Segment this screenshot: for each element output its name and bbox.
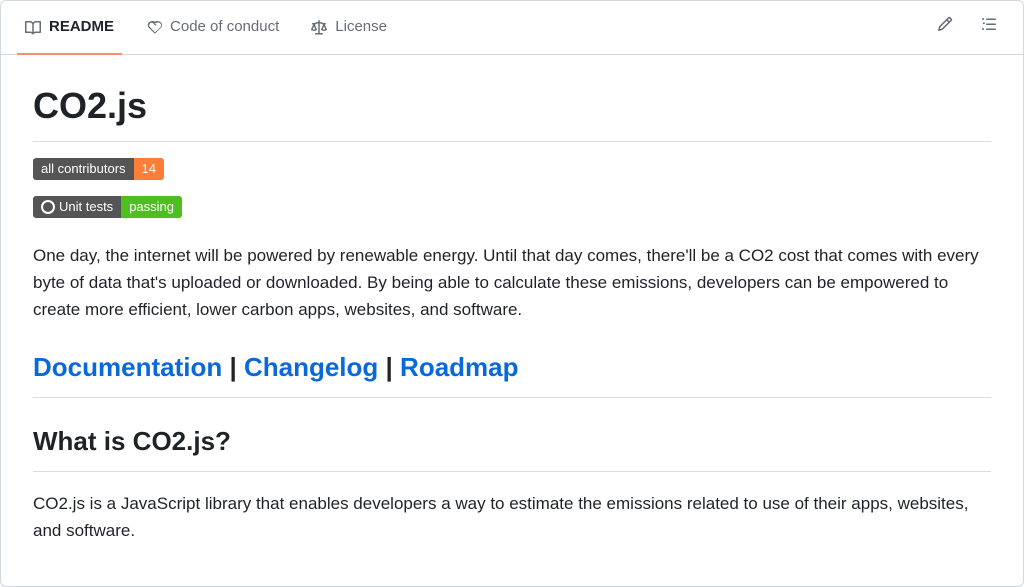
tab-license-label: License <box>335 16 387 39</box>
tab-license[interactable]: License <box>295 1 403 54</box>
book-icon <box>25 20 41 36</box>
separator: | <box>229 352 244 382</box>
tab-readme-label: README <box>49 16 114 39</box>
tabs-actions <box>931 14 1015 42</box>
badge-unit-tests[interactable]: Unit tests passing <box>33 196 182 218</box>
badges-row: all contributors 14 Unit tests passing <box>33 158 991 218</box>
github-icon <box>41 200 55 214</box>
readme-panel: README Code of conduct License <box>0 0 1024 587</box>
links-heading: Documentation | Changelog | Roadmap <box>33 348 991 398</box>
project-description: One day, the internet will be powered by… <box>33 242 991 324</box>
tab-code-of-conduct[interactable]: Code of conduct <box>130 1 295 54</box>
separator: | <box>386 352 401 382</box>
badge-tests-value: passing <box>121 196 182 218</box>
law-icon <box>311 20 327 36</box>
badge-contributors-label: all contributors <box>33 158 134 180</box>
page-title: CO2.js <box>33 79 991 142</box>
link-roadmap[interactable]: Roadmap <box>400 352 518 382</box>
pencil-icon <box>937 16 953 40</box>
tabs-header: README Code of conduct License <box>1 1 1023 55</box>
tab-readme[interactable]: README <box>9 1 130 54</box>
tab-coc-label: Code of conduct <box>170 16 279 39</box>
what-is-body: CO2.js is a JavaScript library that enab… <box>33 490 991 544</box>
link-documentation[interactable]: Documentation <box>33 352 222 382</box>
badge-tests-label: Unit tests <box>33 196 121 218</box>
edit-button[interactable] <box>931 14 959 42</box>
badge-contributors[interactable]: all contributors 14 <box>33 158 164 180</box>
readme-content: CO2.js all contributors 14 Unit tests pa… <box>1 55 1023 568</box>
what-is-title: What is CO2.js? <box>33 422 991 472</box>
link-changelog[interactable]: Changelog <box>244 352 378 382</box>
list-unordered-icon <box>981 16 997 40</box>
code-of-conduct-icon <box>146 20 162 36</box>
tabs-list: README Code of conduct License <box>9 1 403 54</box>
badge-contributors-value: 14 <box>134 158 164 180</box>
outline-button[interactable] <box>975 14 1003 42</box>
badge-tests-label-text: Unit tests <box>59 197 113 217</box>
